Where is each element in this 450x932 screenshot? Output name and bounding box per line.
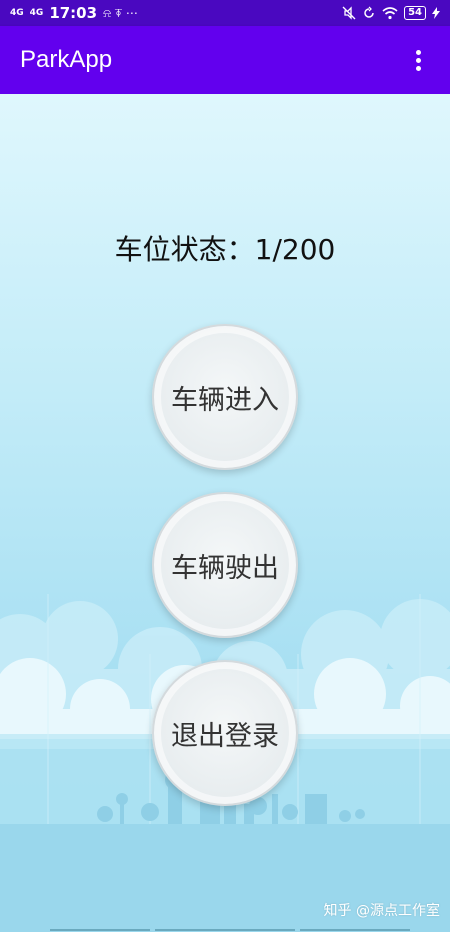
wifi-icon [382, 7, 398, 20]
sync-icon [364, 6, 374, 18]
status-bar: 4G 4G 17:03 ⍾ ⍕ ⋯ 54 [0, 0, 450, 26]
parking-status: 车位状态：1/200 [114, 233, 336, 266]
logout-button[interactable]: 退出登录 [152, 660, 298, 806]
status-left: 4G 4G 17:03 ⍾ ⍕ ⋯ [10, 4, 138, 22]
clock: 17:03 [49, 4, 98, 22]
battery-icon: 54 [404, 6, 426, 20]
charging-icon [432, 7, 440, 19]
app-bar: ParkApp [0, 26, 450, 94]
signal-icon: 4G [10, 7, 24, 18]
status-right: 54 [342, 6, 440, 20]
vehicle-exit-button[interactable]: 车辆驶出 [152, 492, 298, 638]
main-content: 车位状态：1/200 车辆进入 车辆驶出 退出登录 知乎 @源点工作室 [0, 94, 450, 932]
vehicle-enter-button[interactable]: 车辆进入 [152, 324, 298, 470]
app-title: ParkApp [20, 46, 113, 73]
notification-icons: ⍾ ⍕ ⋯ [103, 5, 138, 20]
mute-icon [342, 6, 356, 20]
more-vert-icon[interactable] [406, 48, 430, 72]
watermark: 知乎 @源点工作室 [323, 903, 440, 919]
signal-icon-2: 4G [29, 7, 44, 18]
